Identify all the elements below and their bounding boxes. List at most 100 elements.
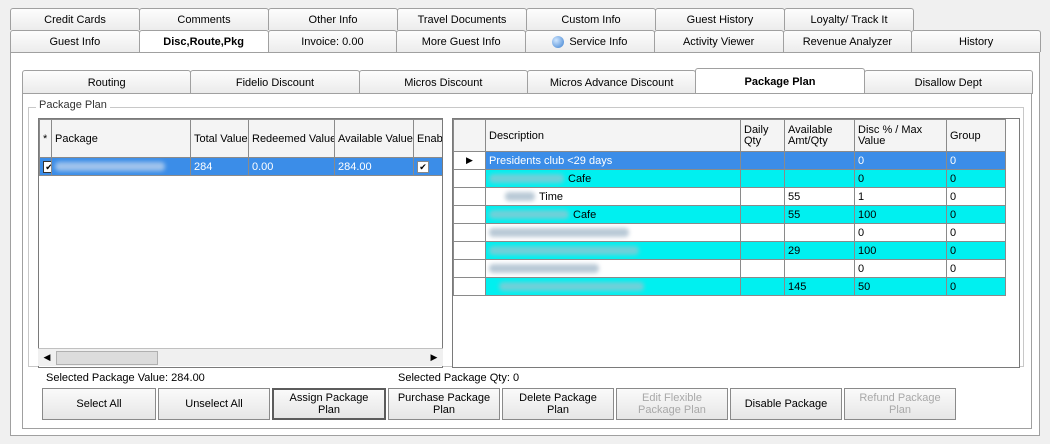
assign-package-plan-button[interactable]: Assign Package Plan — [272, 388, 386, 420]
avail-cell — [784, 259, 855, 278]
col-header-marker: * — [39, 119, 52, 158]
disc-cell: 0 — [854, 223, 947, 242]
service-info-icon — [552, 35, 565, 48]
redacted-text — [489, 210, 569, 220]
package-grid[interactable]: * Package Total Value Redeemed Value Ava… — [38, 118, 443, 368]
table-row[interactable]: Time 55 1 0 — [453, 187, 1006, 206]
scroll-right-icon[interactable]: ▶ — [426, 350, 442, 365]
daily-cell — [740, 151, 785, 170]
row-checkbox-cell[interactable]: ✔ — [39, 157, 52, 176]
refund-package-plan-button[interactable]: Refund Package Plan — [844, 388, 956, 420]
daily-cell — [740, 241, 785, 260]
package-plan-group-label: Package Plan — [36, 99, 110, 111]
col-header-disc-max[interactable]: Disc % / Max Value — [854, 119, 947, 152]
tab-revenue-analyzer[interactable]: Revenue Analyzer — [782, 30, 913, 52]
col-header-redeemed-value[interactable]: Redeemed Value — [248, 119, 335, 158]
table-row[interactable]: ▶ Presidents club <29 days 0 0 — [453, 151, 1006, 170]
disc-cell: 0 — [854, 169, 947, 188]
col-header-daily-qty[interactable]: Daily Qty — [740, 119, 785, 152]
redacted-text — [505, 192, 535, 202]
tab-spacer — [913, 8, 1041, 30]
table-row[interactable]: ✔ 284 0.00 284.00 ✔ — [39, 157, 442, 176]
col-header-available-amt[interactable]: Available Amt/Qty — [784, 119, 855, 152]
col-header-description[interactable]: Description — [485, 119, 741, 152]
tab-activity-viewer[interactable]: Activity Viewer — [653, 30, 784, 52]
enabled-checkbox[interactable]: ✔ — [417, 160, 429, 173]
group-cell: 0 — [946, 259, 1006, 278]
daily-cell — [740, 223, 785, 242]
tab-row-1: Credit Cards Comments Other Info Travel … — [10, 8, 1040, 30]
avail-cell: 29 — [784, 241, 855, 260]
row-header-cell — [453, 241, 486, 260]
edit-flexible-package-plan-button[interactable]: Edit Flexible Package Plan — [616, 388, 728, 420]
table-row[interactable]: 29 100 0 — [453, 241, 1006, 260]
desc-text: Cafe — [573, 208, 597, 221]
table-row[interactable]: Cafe 55 100 0 — [453, 205, 1006, 224]
tab-guest-info[interactable]: Guest Info — [10, 30, 140, 52]
unselect-all-button[interactable]: Unselect All — [158, 388, 270, 420]
available-value-cell: 284.00 — [334, 157, 414, 176]
tab-history[interactable]: History — [911, 30, 1041, 52]
col-header-group[interactable]: Group — [946, 119, 1006, 152]
redacted-text — [499, 282, 644, 292]
delete-package-plan-button[interactable]: Delete Package Plan — [502, 388, 614, 420]
scroll-thumb[interactable] — [56, 351, 158, 365]
subtab-micros-discount[interactable]: Micros Discount — [358, 70, 528, 94]
tab-invoice[interactable]: Invoice: 0.00 — [267, 30, 398, 52]
subtab-package-plan[interactable]: Package Plan — [695, 68, 865, 94]
disc-cell: 1 — [854, 187, 947, 206]
table-row[interactable]: Cafe 0 0 — [453, 169, 1006, 188]
tab-comments[interactable]: Comments — [139, 8, 269, 30]
col-header-package[interactable]: Package — [51, 119, 191, 158]
daily-cell — [740, 187, 785, 206]
purchase-package-plan-button[interactable]: Purchase Package Plan — [388, 388, 500, 420]
col-header-enabled[interactable]: Enabl — [413, 119, 442, 158]
tab-guest-history[interactable]: Guest History — [655, 8, 785, 30]
group-cell: 0 — [946, 187, 1006, 206]
desc-cell: Cafe — [485, 205, 741, 224]
col-header-available-value[interactable]: Available Value — [334, 119, 414, 158]
tab-credit-cards[interactable]: Credit Cards — [10, 8, 140, 30]
group-cell: 0 — [946, 151, 1006, 170]
disable-package-button[interactable]: Disable Package — [730, 388, 842, 420]
tab-custom-info[interactable]: Custom Info — [526, 8, 656, 30]
tab-loyalty-track-it[interactable]: Loyalty/ Track It — [784, 8, 914, 30]
daily-cell — [740, 277, 785, 296]
avail-cell — [784, 169, 855, 188]
sub-tab-row: Routing Fidelio Discount Micros Discount… — [22, 68, 1033, 94]
tab-more-guest-info[interactable]: More Guest Info — [396, 30, 526, 52]
group-cell: 0 — [946, 169, 1006, 188]
table-row[interactable]: 145 50 0 — [453, 277, 1006, 296]
tab-travel-documents[interactable]: Travel Documents — [397, 8, 527, 30]
daily-cell — [740, 259, 785, 278]
package-grid-hscrollbar[interactable]: ◀ ▶ — [38, 348, 443, 366]
enabled-cell[interactable]: ✔ — [413, 157, 442, 176]
group-cell: 0 — [946, 223, 1006, 242]
tab-service-info[interactable]: Service Info — [525, 30, 655, 52]
tab-other-info[interactable]: Other Info — [268, 8, 398, 30]
desc-text: Cafe — [568, 172, 592, 185]
package-name-cell — [51, 157, 191, 176]
package-detail-grid[interactable]: Description Daily Qty Available Amt/Qty … — [452, 118, 1020, 368]
row-pointer-icon: ▶ — [453, 151, 486, 170]
subtab-micros-advance-discount[interactable]: Micros Advance Discount — [526, 70, 697, 94]
group-cell: 0 — [946, 277, 1006, 296]
redacted-text — [489, 228, 629, 238]
col-header-total-value[interactable]: Total Value — [190, 119, 249, 158]
total-value-cell: 284 — [190, 157, 249, 176]
table-row[interactable]: 0 0 — [453, 223, 1006, 242]
subtab-routing[interactable]: Routing — [22, 70, 192, 94]
desc-cell: Time — [485, 187, 741, 206]
row-checkbox[interactable]: ✔ — [43, 160, 51, 173]
table-row[interactable]: 0 0 — [453, 259, 1006, 278]
tab-row-2: Guest Info Disc,Route,Pkg Invoice: 0.00 … — [10, 30, 1041, 52]
tab-disc-route-pkg[interactable]: Disc,Route,Pkg — [138, 30, 269, 52]
redacted-text — [489, 264, 599, 274]
desc-cell — [485, 259, 741, 278]
col-header-pointer — [453, 119, 486, 152]
select-all-button[interactable]: Select All — [42, 388, 156, 420]
subtab-fidelio-discount[interactable]: Fidelio Discount — [190, 70, 360, 94]
disc-cell: 0 — [854, 151, 947, 170]
scroll-left-icon[interactable]: ◀ — [39, 350, 55, 365]
subtab-disallow-dept[interactable]: Disallow Dept — [863, 70, 1033, 94]
